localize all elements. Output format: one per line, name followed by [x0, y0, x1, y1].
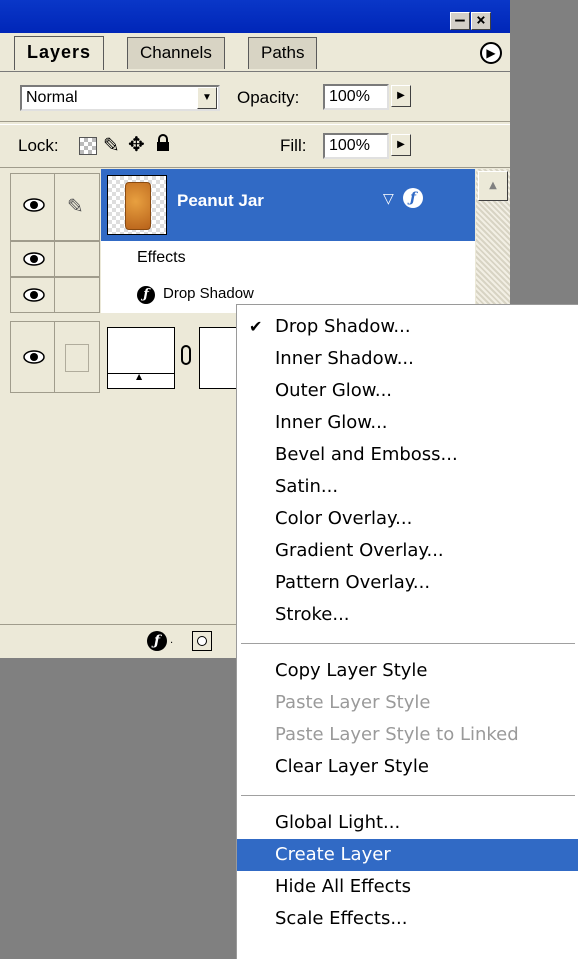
palette-titlebar: ‒ × [0, 0, 510, 33]
visibility-cell[interactable] [10, 241, 54, 277]
layer-style-context-menu: ✔ Drop Shadow... Inner Shadow... Outer G… [236, 304, 578, 959]
lock-all-icon[interactable] [155, 134, 171, 152]
brush-icon: ✎ [67, 194, 84, 218]
dropdown-dot-icon: . [170, 635, 174, 646]
expand-effects-icon[interactable]: ▽ [383, 191, 394, 207]
fill-slider-arrow-icon[interactable]: ▶ [391, 134, 411, 156]
add-layer-style-icon[interactable]: ƒ [147, 631, 167, 651]
menu-item-drop-shadow[interactable]: ✔ Drop Shadow... [237, 311, 578, 343]
layer-thumbnail: ▲ [107, 327, 175, 389]
eye-icon[interactable] [23, 350, 45, 364]
effect-name: Drop Shadow [163, 285, 254, 302]
tab-channels[interactable]: Channels [127, 37, 225, 69]
menu-separator [241, 795, 575, 799]
empty-cell [54, 241, 100, 277]
checkmark-icon: ✔ [249, 317, 263, 336]
effects-label: Effects [137, 249, 186, 266]
empty-cell [54, 277, 100, 313]
opacity-value: 100% [329, 88, 370, 105]
menu-item-scale-effects[interactable]: Scale Effects... [237, 903, 578, 935]
menu-item-label: Drop Shadow... [275, 316, 411, 337]
menu-item-inner-glow[interactable]: Inner Glow... [237, 407, 578, 439]
fx-icon: ƒ [403, 188, 423, 208]
fx-icon: ƒ [137, 286, 155, 304]
eye-icon[interactable] [23, 252, 45, 266]
fill-value: 100% [329, 137, 370, 154]
layer-thumbnail [107, 175, 167, 235]
opacity-input[interactable]: 100% [323, 84, 389, 110]
menu-item-inner-shadow[interactable]: Inner Shadow... [237, 343, 578, 375]
menu-item-pattern-overlay[interactable]: Pattern Overlay... [237, 567, 578, 599]
add-mask-icon[interactable] [192, 631, 212, 651]
menu-item-global-light[interactable]: Global Light... [237, 807, 578, 839]
opacity-slider-arrow-icon[interactable]: ▶ [391, 85, 411, 107]
palette-tabs: Layers Channels Paths ▶ [0, 33, 510, 71]
fill-input[interactable]: 100% [323, 133, 389, 159]
menu-item-outer-glow[interactable]: Outer Glow... [237, 375, 578, 407]
visibility-cell[interactable] [10, 321, 54, 393]
tab-layers[interactable]: Layers [14, 36, 105, 70]
lock-move-icon[interactable]: ✥ [128, 132, 145, 156]
menu-item-color-overlay[interactable]: Color Overlay... [237, 503, 578, 535]
menu-item-stroke[interactable]: Stroke... [237, 599, 578, 631]
lock-label: Lock: [18, 136, 59, 155]
eye-icon[interactable] [23, 198, 45, 212]
menu-item-hide-all-effects[interactable]: Hide All Effects [237, 871, 578, 903]
lock-paint-icon[interactable]: ✎ [103, 133, 120, 157]
menu-item-copy-layer-style[interactable]: Copy Layer Style [237, 655, 578, 687]
fill-label: Fill: [280, 136, 307, 155]
blend-mode-select[interactable]: Normal ▼ [20, 85, 220, 111]
menu-separator [241, 643, 575, 647]
close-icon[interactable]: × [471, 12, 491, 30]
effects-row[interactable]: Effects [101, 241, 475, 278]
menu-item-paste-layer-style[interactable]: Paste Layer Style [237, 687, 578, 719]
lock-transparency-icon[interactable] [79, 137, 97, 155]
visibility-cell[interactable] [10, 173, 54, 241]
menu-item-bevel-emboss[interactable]: Bevel and Emboss... [237, 439, 578, 471]
brush-cell [54, 321, 100, 393]
blend-mode-value: Normal [26, 89, 78, 106]
eye-icon[interactable] [23, 288, 45, 302]
link-chain-icon [181, 345, 191, 365]
layer-row-peanut-jar[interactable]: Peanut Jar ▽ ƒ [101, 169, 475, 241]
empty-box [65, 344, 89, 372]
visibility-cell[interactable] [10, 277, 54, 313]
menu-item-clear-layer-style[interactable]: Clear Layer Style [237, 751, 578, 783]
menu-item-gradient-overlay[interactable]: Gradient Overlay... [237, 535, 578, 567]
brush-cell: ✎ [54, 173, 100, 241]
tab-paths[interactable]: Paths [248, 37, 318, 69]
menu-item-paste-layer-style-linked[interactable]: Paste Layer Style to Linked [237, 719, 578, 751]
panel-menu-arrow-icon[interactable]: ▶ [480, 42, 502, 64]
layer-name[interactable]: Peanut Jar [177, 191, 264, 211]
minimize-icon[interactable]: ‒ [450, 12, 470, 30]
blend-row: Normal ▼ Opacity: 100% ▶ [0, 71, 510, 122]
lock-row: Lock: ✎ ✥ Fill: 100% ▶ [0, 124, 510, 168]
menu-item-create-layer[interactable]: Create Layer [237, 839, 578, 871]
menu-item-satin[interactable]: Satin... [237, 471, 578, 503]
opacity-label: Opacity: [237, 88, 300, 107]
dropdown-arrow-icon[interactable]: ▼ [197, 87, 217, 109]
scroll-up-icon[interactable]: ▲ [478, 171, 508, 201]
